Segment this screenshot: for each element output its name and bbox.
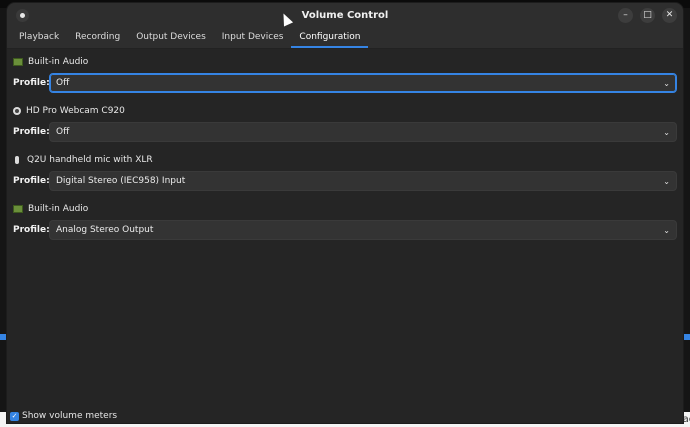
footer-bar: ✓ Show volume meters: [7, 409, 683, 423]
profile-label: Profile:: [13, 176, 50, 186]
device-name: HD Pro Webcam C920: [26, 106, 125, 116]
microphone-icon: [15, 156, 19, 164]
sound-card-icon: [13, 205, 23, 213]
device-name: Q2U handheld mic with XLR: [27, 155, 153, 165]
window-title: Volume Control: [301, 10, 389, 21]
tab-playback[interactable]: Playback: [11, 28, 67, 48]
maximize-icon: □: [643, 10, 652, 20]
tab-output-devices[interactable]: Output Devices: [128, 28, 214, 48]
tab-input-devices[interactable]: Input Devices: [214, 28, 292, 48]
tab-configuration[interactable]: Configuration: [291, 28, 369, 48]
profile-value: Off: [56, 78, 70, 88]
chevron-down-icon: ⌄: [663, 225, 670, 235]
profile-label: Profile:: [13, 127, 50, 137]
close-icon: ✕: [665, 10, 674, 20]
tab-bar: Playback Recording Output Devices Input …: [7, 28, 683, 49]
minimize-icon: –: [623, 10, 628, 20]
title-bar[interactable]: Volume Control – □ ✕: [7, 3, 683, 28]
desktop-background-right: [683, 8, 690, 427]
minimize-button[interactable]: –: [618, 8, 633, 23]
device-name: Built-in Audio: [28, 57, 89, 67]
device-section: Built-in Audio Profile: Analog Stereo Ou…: [13, 202, 677, 240]
volume-control-window: Volume Control – □ ✕ Playback Recording …: [7, 3, 683, 423]
close-button[interactable]: ✕: [662, 8, 677, 23]
configuration-panel: Built-in Audio Profile: Off ⌄ HD Pro Web…: [7, 49, 683, 409]
maximize-button[interactable]: □: [640, 8, 655, 23]
webcam-icon: [13, 107, 21, 115]
device-section: Built-in Audio Profile: Off ⌄: [13, 55, 677, 93]
profile-label: Profile:: [13, 225, 50, 235]
desktop-background-left: [0, 8, 7, 427]
profile-value: Digital Stereo (IEC958) Input: [56, 176, 186, 186]
profile-dropdown[interactable]: Digital Stereo (IEC958) Input ⌄: [49, 171, 677, 191]
device-section: HD Pro Webcam C920 Profile: Off ⌄: [13, 104, 677, 142]
checkmark-icon: ✓: [11, 412, 18, 420]
profile-dropdown[interactable]: Off ⌄: [49, 122, 677, 142]
chevron-down-icon: ⌄: [663, 78, 670, 88]
profile-label: Profile:: [13, 78, 50, 88]
tab-recording[interactable]: Recording: [67, 28, 128, 48]
profile-dropdown[interactable]: Off ⌄: [49, 73, 677, 93]
chevron-down-icon: ⌄: [663, 127, 670, 137]
chevron-down-icon: ⌄: [663, 176, 670, 186]
profile-value: Analog Stereo Output: [56, 225, 154, 235]
show-volume-meters-label[interactable]: Show volume meters: [22, 411, 117, 421]
show-volume-meters-checkbox[interactable]: ✓: [10, 411, 19, 421]
profile-value: Off: [56, 127, 70, 137]
profile-dropdown[interactable]: Analog Stereo Output ⌄: [49, 220, 677, 240]
device-name: Built-in Audio: [28, 204, 89, 214]
sound-card-icon: [13, 58, 23, 66]
device-section: Q2U handheld mic with XLR Profile: Digit…: [13, 153, 677, 191]
